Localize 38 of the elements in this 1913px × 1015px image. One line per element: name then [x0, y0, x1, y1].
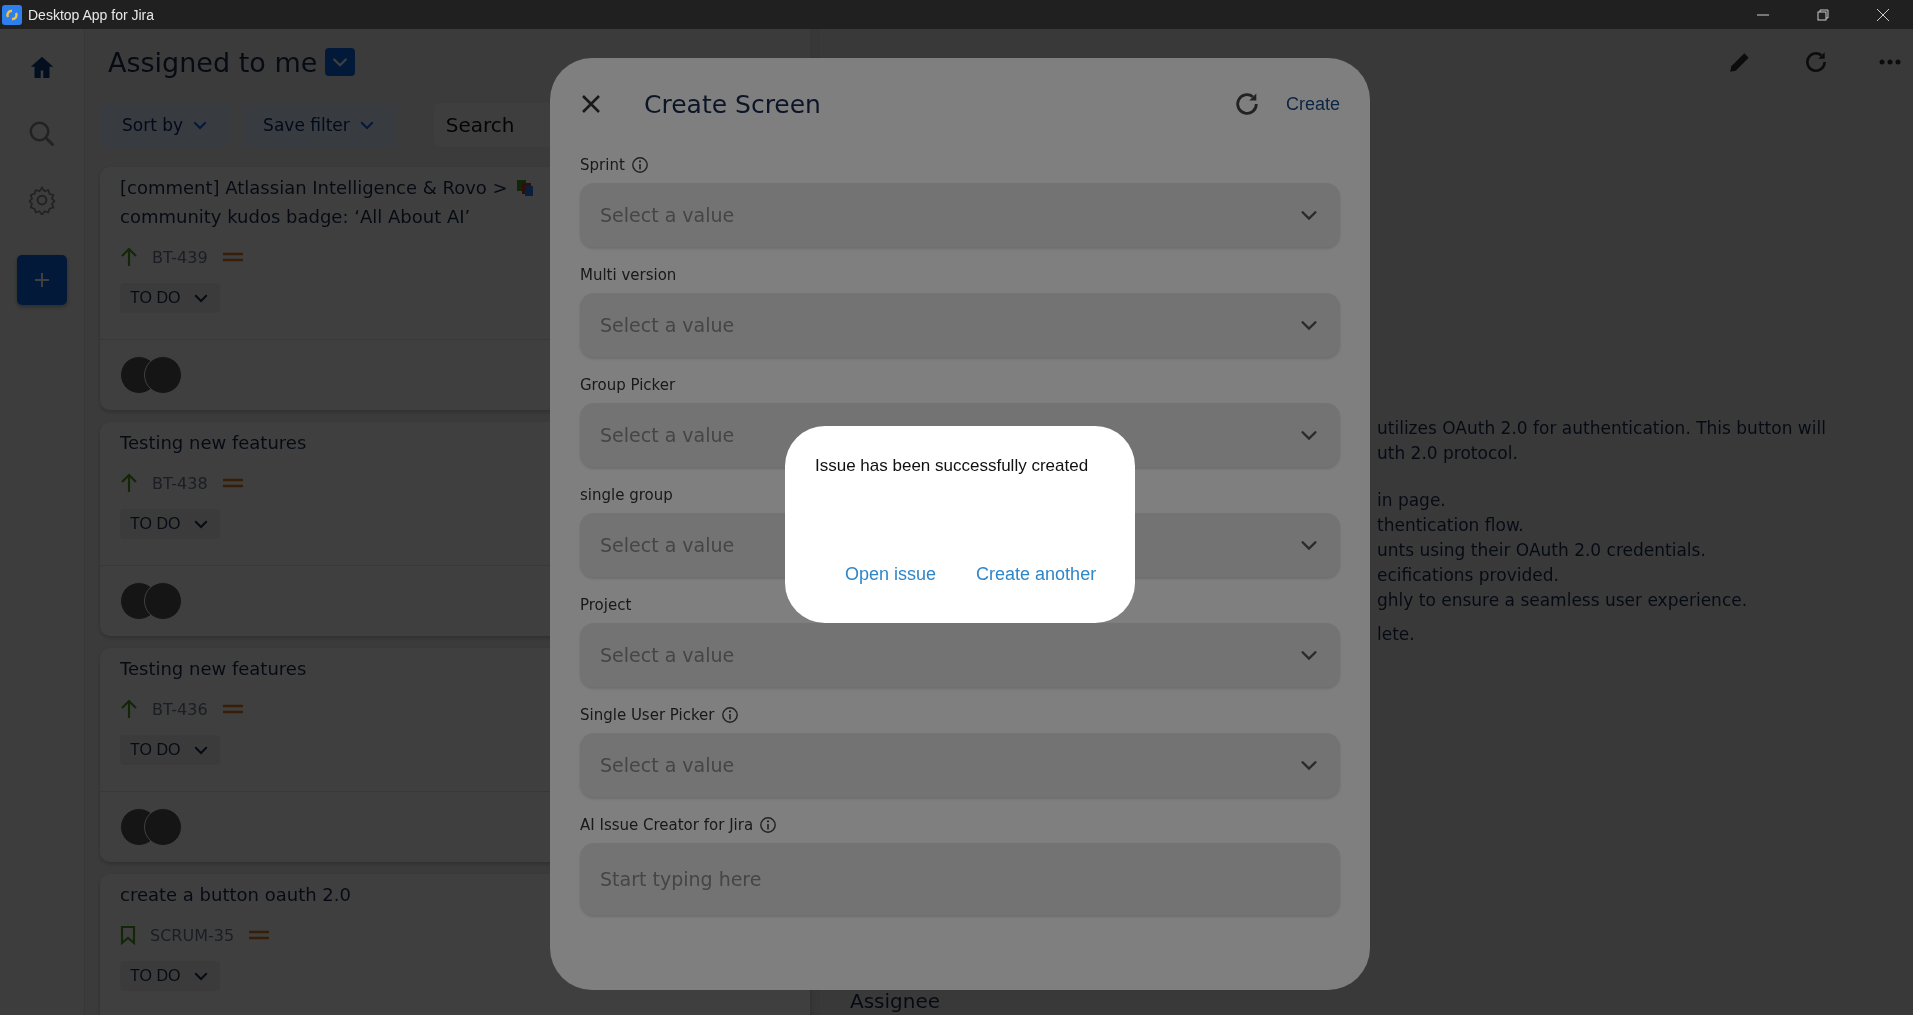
priority-medium-icon	[248, 929, 271, 941]
avatar	[144, 582, 182, 620]
bookmark-icon	[120, 925, 136, 945]
field-label: Group Picker	[580, 376, 676, 394]
dialog-button[interactable]: Open issue	[845, 564, 937, 585]
field-label: Multi version	[580, 266, 677, 284]
create-button[interactable]: Create	[1285, 93, 1340, 115]
search-icon[interactable]	[27, 119, 57, 149]
squares-icon	[515, 178, 534, 197]
priority-medium-icon	[221, 251, 244, 263]
plus-icon	[32, 270, 52, 290]
field-label: Single User Picker	[580, 706, 715, 724]
priority-medium-icon	[221, 703, 244, 715]
arrow-up-icon	[120, 247, 138, 267]
field-label: AI Issue Creator for Jira	[580, 816, 754, 834]
dialog-button[interactable]: Create another	[976, 564, 1097, 585]
priority-medium-icon	[221, 477, 244, 489]
avatar	[144, 808, 182, 846]
issue-title: Testing new features	[120, 657, 307, 681]
field-label: Project	[580, 596, 632, 614]
add-button[interactable]	[17, 255, 67, 305]
settings-icon[interactable]	[27, 185, 57, 215]
restore-icon[interactable]	[1817, 8, 1829, 21]
issue-title: create a button oauth 2.0	[120, 883, 351, 907]
arrow-up-icon	[120, 473, 138, 493]
issue-title: [comment] Atlassian Intelligence & Rovo >	[120, 176, 508, 200]
app-logo-icon	[2, 4, 22, 25]
arrow-up-icon	[120, 699, 138, 719]
modal-title: Create Screen	[644, 89, 821, 119]
window-title: Desktop App for Jira	[28, 6, 155, 23]
close-icon[interactable]	[580, 93, 602, 115]
avatar	[144, 356, 182, 394]
dialog-message: Issue has been successfully created	[815, 456, 1090, 476]
issue-title: Testing new features	[120, 431, 307, 455]
dropdown-button[interactable]	[325, 48, 356, 76]
field-label: single group	[580, 486, 673, 504]
more-icon[interactable]	[1879, 59, 1901, 65]
issue-title: community kudos badge: ‘All About AI’	[120, 205, 471, 229]
